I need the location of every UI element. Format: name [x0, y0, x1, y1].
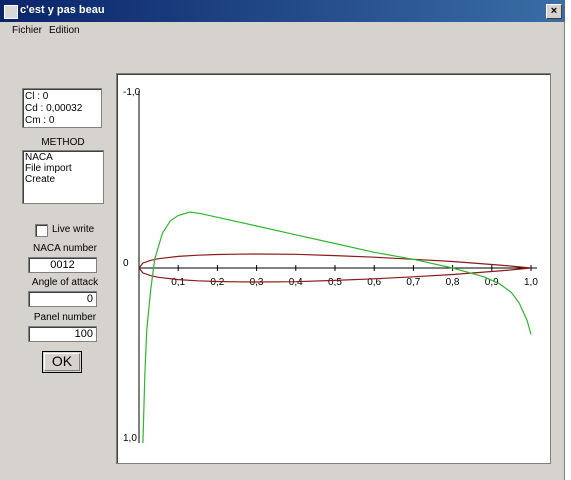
pressure-coefficient-line — [142, 211, 532, 444]
x-tick-label: 0,8 — [446, 277, 460, 288]
x-tick-label: 0,5 — [328, 277, 342, 288]
live-write-label: Live write — [52, 224, 95, 235]
coefficients-box: Cl : 0 Cd : 0,00032 Cm : 0 — [22, 88, 102, 128]
cl-value: Cl : 0 — [25, 91, 49, 102]
live-write-checkbox[interactable] — [35, 224, 48, 237]
x-tick-label: 0,2 — [210, 277, 224, 288]
ok-button[interactable]: OK — [42, 351, 82, 373]
method-option-file-import[interactable]: File import — [25, 163, 101, 174]
panel-number-input[interactable]: 100 — [28, 326, 97, 342]
x-tick-label: 0,7 — [406, 277, 420, 288]
menu-fichier[interactable]: Fichier — [12, 25, 42, 36]
cd-value: Cd : 0,00032 — [25, 103, 83, 114]
method-option-naca[interactable]: NACA — [25, 152, 101, 163]
y-bottom-label: 1,0 — [123, 433, 137, 444]
window-title: c'est y pas beau — [20, 4, 105, 16]
ok-button-label: OK — [51, 353, 73, 369]
method-list[interactable]: NACA File import Create — [22, 150, 104, 204]
x-tick-label: 0 — [123, 258, 129, 269]
naca-number-input[interactable]: 0012 — [28, 257, 97, 273]
method-option-create[interactable]: Create — [25, 174, 101, 185]
x-tick-label: 1,0 — [524, 277, 538, 288]
menu-edition[interactable]: Edition — [49, 25, 80, 36]
menu-bar: Fichier Edition — [0, 22, 565, 40]
cm-value: Cm : 0 — [25, 115, 55, 126]
method-label: METHOD — [41, 137, 85, 148]
naca-number-label: NACA number — [33, 243, 97, 254]
panel-number-label: Panel number — [33, 312, 97, 323]
app-icon — [4, 5, 18, 19]
airfoil-chart-svg: -1,01,000,1 0,2 0,3 0,4 0,5 0,6 0,7 0,8 0,9 1,0 — [123, 87, 538, 444]
title-bar: c'est y pas beau × — [0, 0, 565, 22]
x-tick-label: 0,4 — [289, 277, 303, 288]
angle-of-attack-label: Angle of attack — [31, 277, 99, 288]
close-button[interactable]: × — [546, 4, 562, 19]
airfoil-plot: -1,0 1,0 0 0,1 0,2 0,3 0,4 0,5 0,6 0,7 0,8 0,9 1,0 — [116, 73, 551, 464]
angle-of-attack-input[interactable]: 0 — [28, 291, 97, 307]
y-top-label: -1,0 — [123, 87, 141, 98]
background-window-edge — [564, 0, 571, 480]
